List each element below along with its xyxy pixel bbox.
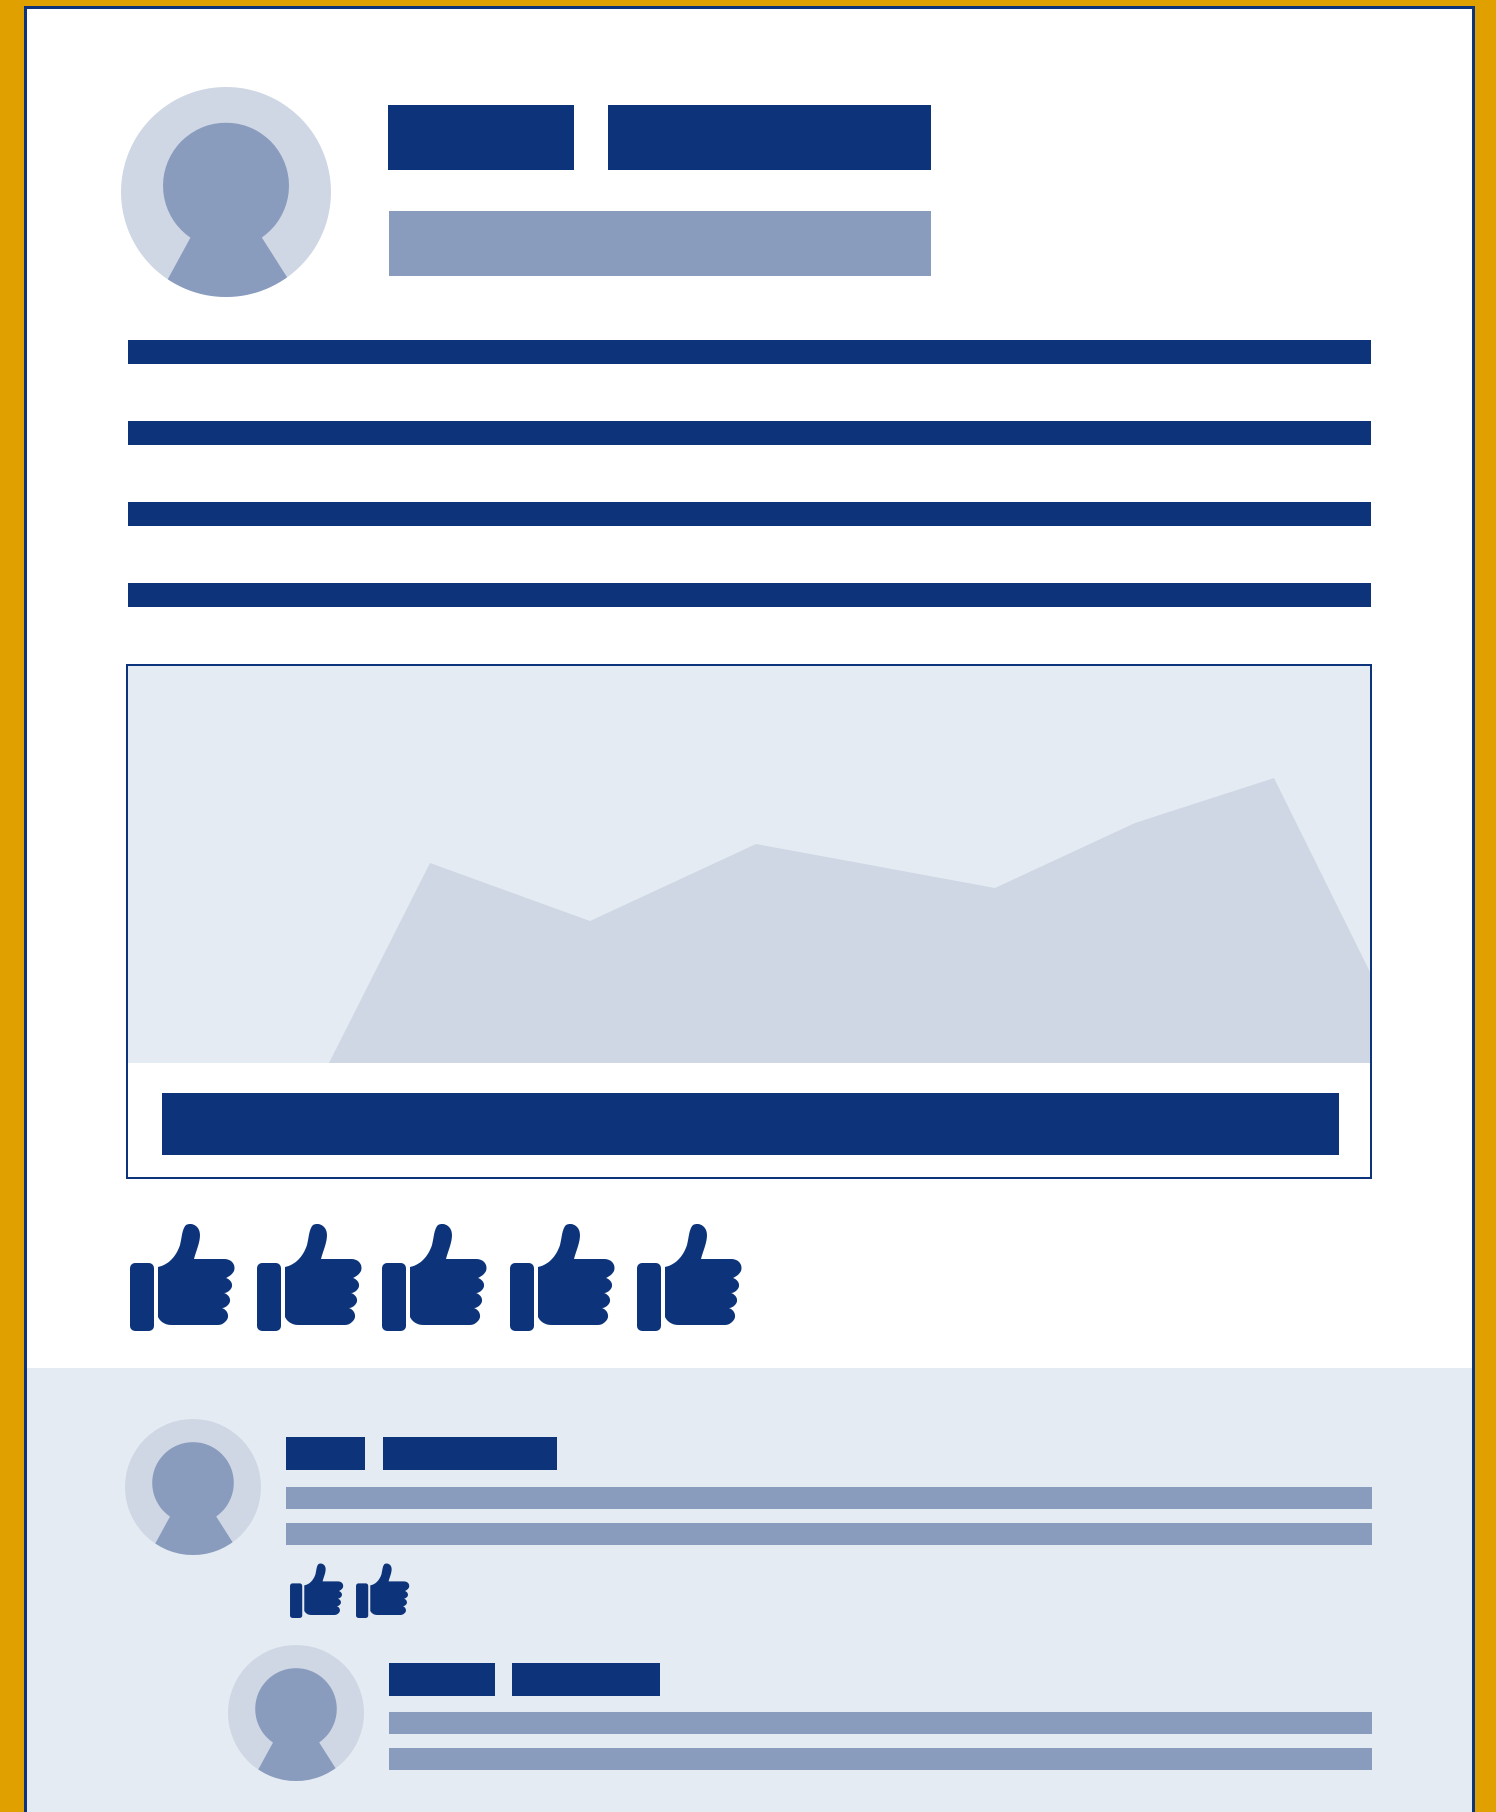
thumbs-up-icon[interactable] [508,1214,618,1334]
author-avatar[interactable] [121,87,331,297]
reply-avatar[interactable] [228,1645,364,1781]
comment-text-line [286,1523,1372,1545]
post-text-line [128,502,1371,526]
author-last-name[interactable] [608,105,931,170]
reply-last-name[interactable] [512,1663,660,1696]
commenter-avatar[interactable] [125,1419,261,1555]
thumbs-up-icon[interactable] [128,1214,238,1334]
thumbs-up-icon[interactable] [289,1558,345,1620]
comments-section [27,1368,1472,1812]
area-chart-image-placeholder [128,666,1370,1063]
thumbs-up-icon[interactable] [635,1214,745,1334]
post-text-line [128,583,1371,607]
link-preview[interactable] [126,664,1372,1179]
post-text-line [128,340,1371,364]
reply-text-line [389,1712,1372,1734]
thumbs-up-icon[interactable] [255,1214,365,1334]
thumbs-up-icon[interactable] [355,1558,411,1620]
commenter-last-name[interactable] [383,1437,557,1470]
post-subtitle [389,211,931,276]
reply-first-name[interactable] [389,1663,495,1696]
commenter-first-name[interactable] [286,1437,365,1470]
post-text-line [128,421,1371,445]
reply-text-line [389,1748,1372,1770]
user-silhouette-icon [121,87,331,297]
preview-title[interactable] [162,1093,1339,1155]
comment-text-line [286,1487,1372,1509]
post-card [24,6,1475,1812]
user-silhouette-icon [228,1645,364,1781]
user-silhouette-icon [125,1419,261,1555]
thumbs-up-icon[interactable] [380,1214,490,1334]
author-first-name[interactable] [388,105,574,170]
